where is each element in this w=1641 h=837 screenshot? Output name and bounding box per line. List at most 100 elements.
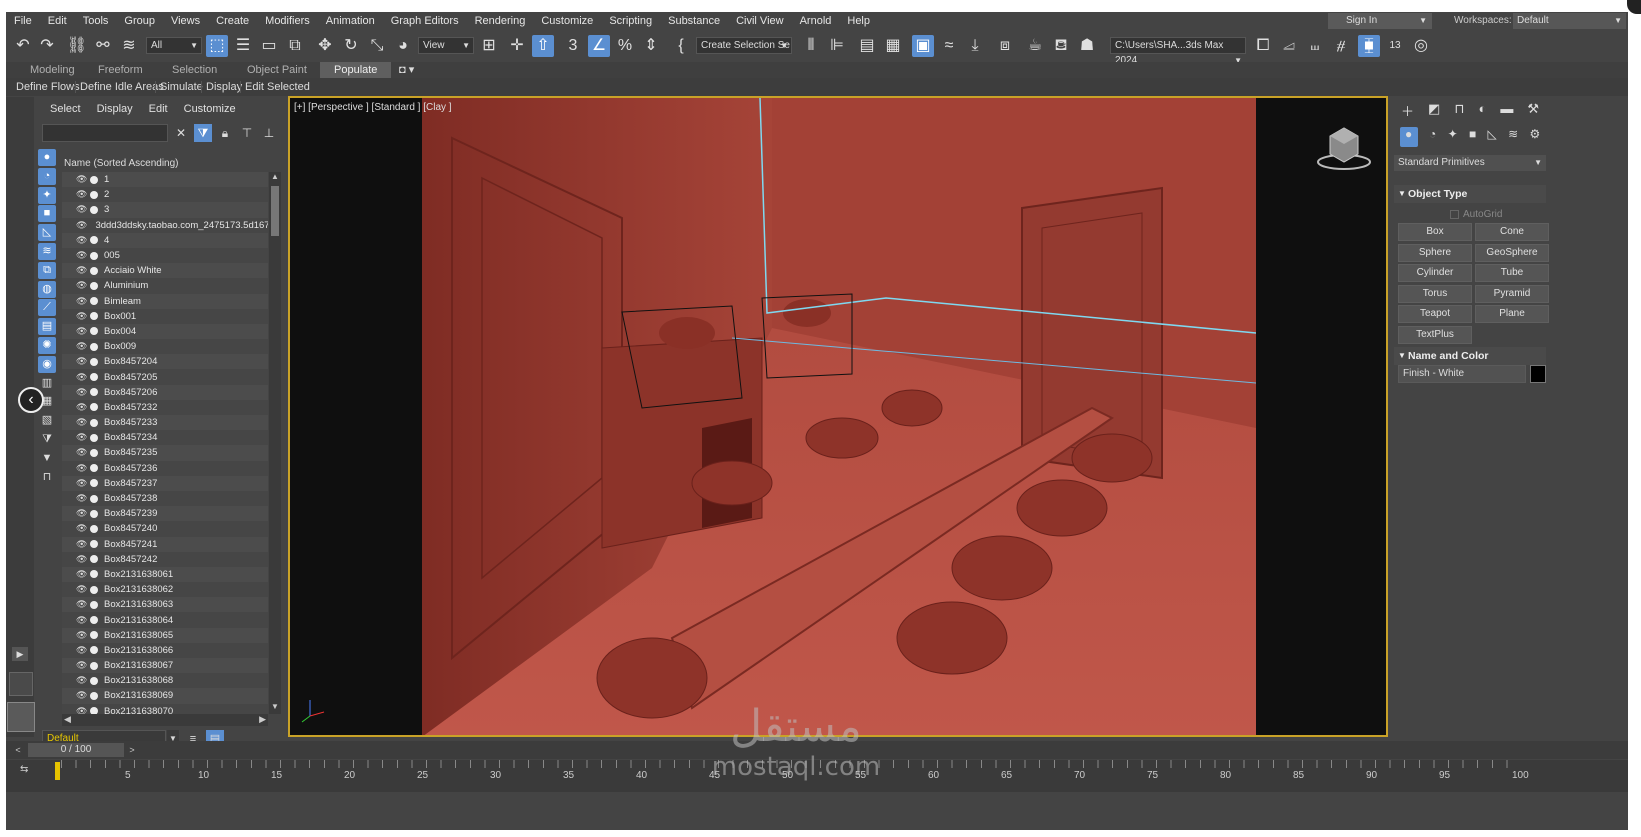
eye-icon[interactable]: 👁︎ bbox=[76, 341, 88, 352]
eye-icon[interactable]: 👁︎ bbox=[76, 356, 88, 367]
freeze-dot-icon[interactable] bbox=[90, 631, 98, 640]
object-name-input[interactable]: Finish - White bbox=[1398, 365, 1526, 383]
selection-filter-select[interactable]: All ▼ bbox=[146, 37, 202, 54]
eye-icon[interactable]: 👁︎ bbox=[76, 584, 88, 595]
eye-icon[interactable]: 👁︎ bbox=[76, 296, 88, 307]
view-cube-icon[interactable] bbox=[1314, 122, 1374, 172]
display-tab-icon[interactable]: ▬ bbox=[1500, 101, 1513, 123]
list-item[interactable]: 👁︎ Box2131638065 bbox=[62, 627, 268, 643]
eye-icon[interactable]: 👁︎ bbox=[76, 493, 88, 504]
layer-hierarchy-icon[interactable]: ⊥ bbox=[260, 124, 278, 142]
primitive-teapot-button[interactable]: Teapot bbox=[1398, 305, 1472, 323]
freeze-dot-icon[interactable] bbox=[90, 190, 98, 199]
explorer-horizontal-scrollbar[interactable]: ◀ ▶ bbox=[62, 714, 268, 726]
menu-item-customize[interactable]: Customize bbox=[533, 12, 601, 30]
list-item[interactable]: 👁︎ Box2131638068 bbox=[62, 673, 268, 689]
lights-filter-icon[interactable]: ✦ bbox=[38, 186, 56, 204]
eye-icon[interactable]: 👁︎ bbox=[76, 311, 88, 322]
eye-icon[interactable]: 👁︎ bbox=[76, 690, 88, 701]
tab-populate[interactable]: Populate bbox=[320, 62, 392, 78]
play-icon[interactable]: ▶ bbox=[12, 647, 28, 661]
eye-icon[interactable]: 👁︎ bbox=[76, 599, 88, 610]
freeze-dot-icon[interactable] bbox=[90, 357, 98, 366]
scroll-left-icon[interactable]: ◀ bbox=[64, 714, 71, 725]
freeze-dot-icon[interactable] bbox=[90, 266, 98, 275]
visibility-filter-icon[interactable]: ◉ bbox=[38, 355, 56, 373]
tab-object-paint[interactable]: Object Paint bbox=[247, 62, 307, 78]
eye-icon[interactable]: 👁︎ bbox=[76, 402, 88, 413]
eye-icon[interactable]: 👁︎ bbox=[76, 250, 88, 261]
set-project-icon[interactable]: ⧣ bbox=[1330, 35, 1352, 57]
project-folder-select[interactable]: C:\Users\SHA...3ds Max 2024 ▼ bbox=[1110, 37, 1246, 66]
freeze-dot-icon[interactable] bbox=[90, 342, 98, 351]
clear-search-icon[interactable]: ✕ bbox=[172, 124, 190, 142]
lights-icon[interactable]: ✦ bbox=[1448, 127, 1458, 147]
scroll-right-icon[interactable]: ▶ bbox=[259, 714, 266, 725]
list-item[interactable]: 👁︎ Box8457233 bbox=[62, 415, 268, 431]
unlink-icon[interactable]: ⚯ bbox=[92, 35, 114, 57]
list-item[interactable]: 👁︎ Box2131638063 bbox=[62, 597, 268, 613]
create-tab-icon[interactable]: ＋ bbox=[1401, 101, 1414, 123]
reference-coordinate-select[interactable]: View ▼ bbox=[418, 37, 474, 54]
hierarchy-icon[interactable]: ⊤ bbox=[238, 124, 256, 142]
link-icon[interactable]: ⛓ bbox=[66, 35, 88, 57]
align-icon[interactable]: ⊫ bbox=[826, 35, 848, 57]
object-type-rollout[interactable]: ▼ Object Type bbox=[1394, 185, 1546, 203]
snaps-toggle-icon[interactable]: 3 bbox=[562, 35, 584, 57]
named-selection-set-select[interactable]: Create Selection Se ▼ bbox=[696, 37, 792, 54]
menu-item-file[interactable]: File bbox=[6, 12, 40, 30]
shapes-icon[interactable]: ◔ bbox=[1429, 127, 1436, 147]
list-item[interactable]: 👁︎ Box2131638069 bbox=[62, 688, 268, 704]
freeze-dot-icon[interactable] bbox=[90, 494, 98, 503]
name-and-color-rollout[interactable]: ▼ Name and Color bbox=[1394, 347, 1546, 365]
helpers-filter-icon[interactable]: ◺ bbox=[38, 224, 56, 242]
freeze-dot-icon[interactable] bbox=[90, 281, 98, 290]
freeze-dot-icon[interactable] bbox=[90, 464, 98, 473]
move-icon[interactable]: ✥ bbox=[314, 35, 336, 57]
explorer-vertical-scrollbar[interactable]: ▲ ▼ bbox=[269, 172, 281, 714]
eye-icon[interactable]: 👁︎ bbox=[76, 387, 88, 398]
list-item[interactable]: 👁︎ Box2131638067 bbox=[62, 658, 268, 674]
tab-modeling[interactable]: Modeling bbox=[30, 62, 75, 78]
list-item[interactable]: 👁︎ Bimleam bbox=[62, 293, 268, 309]
badge-icon[interactable]: 13 bbox=[1384, 35, 1406, 57]
eye-icon[interactable]: 👁︎ bbox=[76, 326, 88, 337]
freeze-dot-icon[interactable] bbox=[90, 676, 98, 685]
freeze-dot-icon[interactable] bbox=[90, 646, 98, 655]
xrefs-filter-icon[interactable]: ◍ bbox=[38, 280, 56, 298]
eye-icon[interactable]: 👁︎ bbox=[76, 630, 88, 641]
eye-icon[interactable]: 👁︎ bbox=[76, 189, 88, 200]
explorer-menu-edit[interactable]: Edit bbox=[149, 103, 168, 115]
cameras-filter-icon[interactable]: ■ bbox=[38, 205, 56, 223]
freeze-dot-icon[interactable] bbox=[90, 448, 98, 457]
display-button[interactable]: Display bbox=[206, 78, 242, 96]
list-item[interactable]: 👁︎ Aluminium bbox=[62, 278, 268, 294]
freeze-dot-icon[interactable] bbox=[90, 388, 98, 397]
tab-selection[interactable]: Selection bbox=[172, 62, 217, 78]
select-by-name-icon[interactable]: ☰ bbox=[232, 35, 254, 57]
rectangular-selection-icon[interactable]: ▭ bbox=[258, 35, 280, 57]
time-slider[interactable]: 0 / 100 bbox=[28, 743, 124, 757]
primitive-pyramid-button[interactable]: Pyramid bbox=[1475, 284, 1549, 303]
percent-snap-icon[interactable]: % bbox=[614, 35, 636, 57]
menu-item-group[interactable]: Group bbox=[116, 12, 163, 30]
primitive-cylinder-button[interactable]: Cylinder bbox=[1398, 264, 1472, 282]
eye-icon[interactable]: 👁︎ bbox=[76, 645, 88, 656]
object-color-swatch[interactable] bbox=[1530, 365, 1546, 383]
eye-icon[interactable]: 👁︎ bbox=[76, 706, 88, 714]
helpers-icon[interactable]: ◺ bbox=[1488, 127, 1497, 147]
menu-item-animation[interactable]: Animation bbox=[318, 12, 383, 30]
groups-filter-icon[interactable]: ⧉ bbox=[38, 261, 56, 279]
geometry-icon[interactable]: ● bbox=[1399, 127, 1418, 147]
primitive-box-button[interactable]: Box bbox=[1398, 223, 1472, 241]
freeze-dot-icon[interactable] bbox=[90, 691, 98, 700]
primitive-plane-button[interactable]: Plane bbox=[1475, 305, 1549, 323]
placement-icon[interactable]: ◕ bbox=[392, 35, 414, 57]
viewport-layout-icon[interactable] bbox=[9, 672, 33, 696]
explorer-menu-customize[interactable]: Customize bbox=[184, 103, 236, 115]
column-header-name[interactable]: Name (Sorted Ascending) bbox=[62, 156, 280, 171]
bind-space-warp-icon[interactable]: ≋ bbox=[118, 35, 140, 57]
eye-icon[interactable]: 👁︎ bbox=[76, 523, 88, 534]
list-item[interactable]: 👁︎ 005 bbox=[62, 247, 268, 264]
eye-icon[interactable]: 👁︎ bbox=[76, 569, 88, 580]
